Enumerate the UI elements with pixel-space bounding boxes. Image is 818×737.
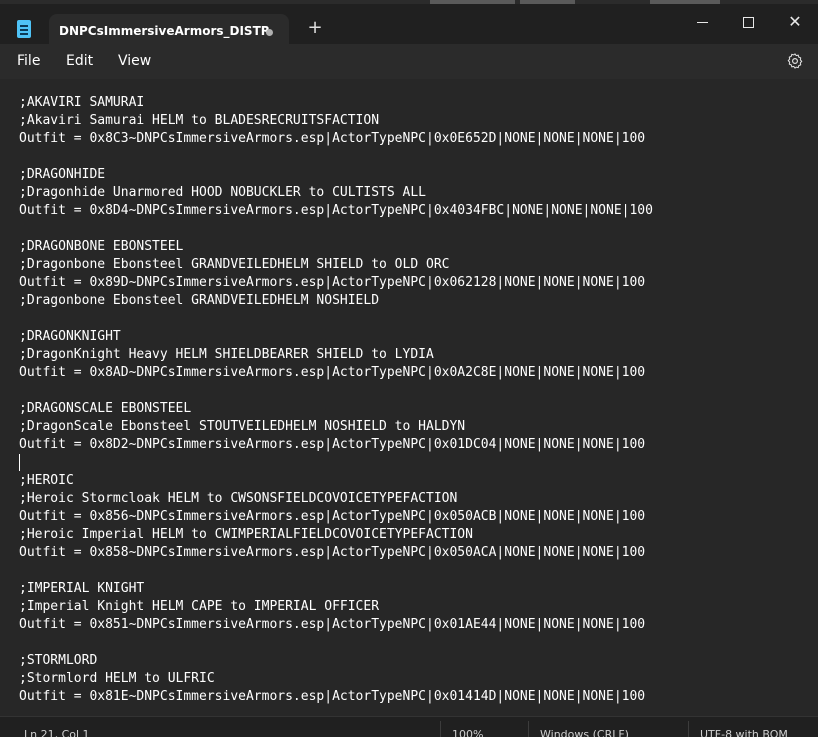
notepad-icon [17, 20, 31, 38]
editor-line[interactable]: ;Akaviri Samurai HELM to BLADESRECRUITSF… [19, 112, 653, 130]
editor-line[interactable]: ;DRAGONKNIGHT [19, 328, 653, 346]
new-tab-button[interactable]: + [305, 18, 325, 38]
editor-line[interactable]: Outfit = 0x81E~DNPCsImmersiveArmors.esp|… [19, 688, 653, 706]
editor-line[interactable]: ;Dragonbone Ebonsteel GRANDVEILEDHELM SH… [19, 256, 653, 274]
menu-view[interactable]: View [118, 53, 151, 69]
menu-bar: File Edit View [0, 44, 818, 79]
editor-line[interactable]: ;AKAVIRI SAMURAI [19, 94, 653, 112]
encoding[interactable]: UTF-8 with BOM [700, 728, 788, 737]
editor-line[interactable]: ;STORMLORD [19, 652, 653, 670]
editor-line[interactable]: ;DRAGONSCALE EBONSTEEL [19, 400, 653, 418]
editor-line[interactable]: Outfit = 0x858~DNPCsImmersiveArmors.esp|… [19, 544, 653, 562]
notepad-window: DNPCsImmersiveArmors_DISTR + ✕ File Edit… [0, 0, 818, 737]
minimize-icon [697, 22, 708, 23]
status-bar: Ln 21, Col 1 100% Windows (CRLF) UTF-8 w… [0, 716, 818, 737]
close-button[interactable]: ✕ [772, 8, 818, 36]
editor-line[interactable]: ;Heroic Stormcloak HELM to CWSONSFIELDCO… [19, 490, 653, 508]
text-editor[interactable]: ;AKAVIRI SAMURAI ;Akaviri Samurai HELM to… [0, 79, 818, 716]
editor-line[interactable]: Outfit = 0x8D2~DNPCsImmersiveArmors.esp|… [19, 436, 653, 454]
editor-line[interactable] [19, 562, 653, 580]
tab-title: DNPCsImmersiveArmors_DISTR [59, 24, 271, 38]
editor-line[interactable]: Outfit = 0x851~DNPCsImmersiveArmors.esp|… [19, 616, 653, 634]
editor-line[interactable]: Outfit = 0x856~DNPCsImmersiveArmors.esp|… [19, 508, 653, 526]
line-ending[interactable]: Windows (CRLF) [540, 728, 629, 737]
editor-line[interactable]: ;DRAGONHIDE [19, 166, 653, 184]
menu-edit[interactable]: Edit [66, 53, 93, 69]
editor-line[interactable]: ;DragonKnight Heavy HELM SHIELDBEARER SH… [19, 346, 653, 364]
editor-line[interactable]: Outfit = 0x8C3~DNPCsImmersiveArmors.esp|… [19, 130, 653, 148]
editor-lines[interactable]: ;AKAVIRI SAMURAI ;Akaviri Samurai HELM to… [19, 94, 653, 706]
editor-line[interactable]: ;HEROIC [19, 472, 653, 490]
editor-line[interactable]: ;IMPERIAL KNIGHT [19, 580, 653, 598]
maximize-button[interactable] [726, 8, 772, 36]
close-icon: ✕ [788, 12, 802, 31]
editor-line[interactable] [19, 634, 653, 652]
editor-line[interactable]: Outfit = 0x8D4~DNPCsImmersiveArmors.esp|… [19, 202, 653, 220]
editor-line[interactable]: ;Dragonbone Ebonsteel GRANDVEILEDHELM NO… [19, 292, 653, 310]
tab-document[interactable]: DNPCsImmersiveArmors_DISTR [49, 14, 289, 48]
editor-line[interactable]: Outfit = 0x89D~DNPCsImmersiveArmors.esp|… [19, 274, 653, 292]
gear-icon[interactable] [786, 52, 804, 70]
editor-line[interactable] [19, 310, 653, 328]
editor-line[interactable] [19, 220, 653, 238]
editor-line[interactable] [19, 148, 653, 166]
cursor-position[interactable]: Ln 21, Col 1 [24, 728, 90, 737]
text-caret [19, 454, 20, 471]
editor-line[interactable]: ;DragonScale Ebonsteel STOUTVEILEDHELM N… [19, 418, 653, 436]
unsaved-dot-icon[interactable] [266, 29, 273, 36]
editor-line[interactable] [19, 382, 653, 400]
editor-line[interactable]: ;DRAGONBONE EBONSTEEL [19, 238, 653, 256]
editor-line[interactable]: ;Stormlord HELM to ULFRIC [19, 670, 653, 688]
zoom-level[interactable]: 100% [452, 728, 483, 737]
minimize-button[interactable] [680, 8, 726, 36]
editor-line[interactable]: Outfit = 0x8AD~DNPCsImmersiveArmors.esp|… [19, 364, 653, 382]
editor-line[interactable]: ;Heroic Imperial HELM to CWIMPERIALFIELD… [19, 526, 653, 544]
editor-line[interactable] [19, 454, 653, 472]
editor-line[interactable]: ;Dragonhide Unarmored HOOD NOBUCKLER to … [19, 184, 653, 202]
menu-file[interactable]: File [17, 53, 40, 69]
title-bar: DNPCsImmersiveArmors_DISTR + ✕ [0, 4, 818, 48]
editor-line[interactable]: ;Imperial Knight HELM CAPE to IMPERIAL O… [19, 598, 653, 616]
maximize-icon [743, 17, 754, 28]
